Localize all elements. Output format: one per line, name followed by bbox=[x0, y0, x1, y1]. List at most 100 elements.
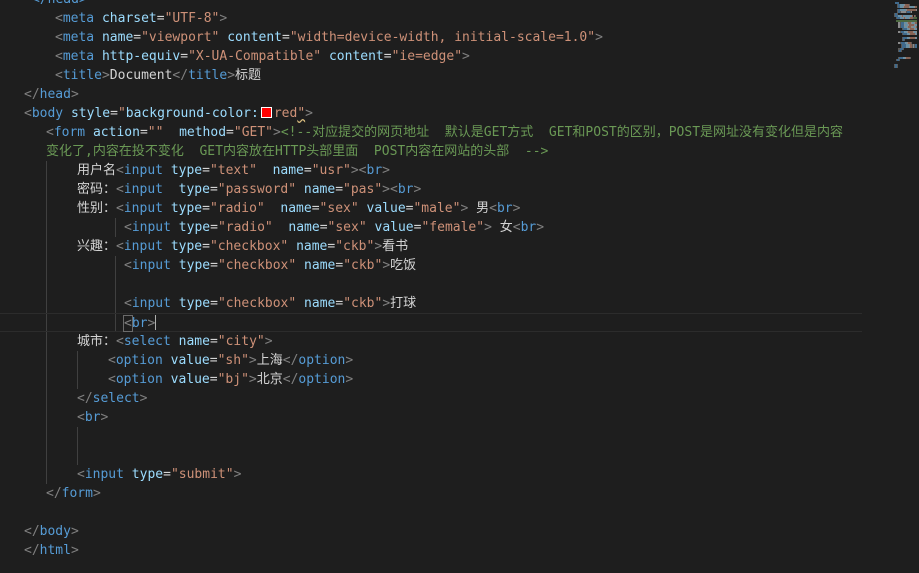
punctuation-token: < bbox=[116, 239, 124, 254]
code-line[interactable]: <form action="" method="GET"><!--对应提交的网页… bbox=[0, 123, 890, 142]
color-swatch-icon[interactable] bbox=[260, 107, 272, 118]
minimap[interactable] bbox=[890, 0, 919, 573]
equals-token: = bbox=[303, 163, 312, 178]
code-line[interactable] bbox=[0, 446, 890, 465]
equals-token: = bbox=[209, 353, 218, 368]
attribute-token: name bbox=[280, 201, 312, 216]
code-line[interactable]: 用户名<input type="text" name="usr"><br> bbox=[0, 161, 890, 180]
punctuation-token: < bbox=[55, 30, 63, 45]
code-line[interactable]: <body style="background-color: red"> bbox=[0, 104, 890, 123]
punctuation-token: < bbox=[116, 182, 124, 197]
tag-token: select bbox=[92, 391, 140, 406]
code-line[interactable]: <input type="checkbox" name="ckb">打球 bbox=[0, 294, 890, 313]
text-token: 北京 bbox=[256, 372, 283, 387]
text-token: 看书 bbox=[382, 239, 409, 254]
indent-guide bbox=[46, 427, 47, 446]
punctuation-token: > bbox=[70, 543, 79, 558]
tag-token: body bbox=[31, 106, 71, 121]
indent-guide bbox=[46, 465, 47, 484]
code-line[interactable]: <br> bbox=[0, 408, 890, 427]
code-line[interactable] bbox=[0, 427, 890, 446]
code-line[interactable]: </html> bbox=[0, 541, 890, 560]
tag-token: option bbox=[115, 353, 171, 368]
string-token: "checkbox" bbox=[209, 239, 289, 254]
code-line[interactable]: </head> bbox=[0, 0, 890, 9]
code-line[interactable]: 密码：<input type="password" name="pas"><br… bbox=[0, 180, 890, 199]
code-line[interactable]: 城市：<select name="city"> bbox=[0, 332, 890, 351]
line-content: </head> bbox=[24, 87, 79, 102]
equals-token: = bbox=[209, 334, 218, 349]
string-token: " bbox=[117, 106, 126, 121]
string-token: "female" bbox=[421, 220, 485, 235]
code-line[interactable]: 性别：<input type="radio" name="sex" value=… bbox=[0, 199, 890, 218]
code-line[interactable]: 变化了,内容在投不变化 GET内容放在HTTP头部里面 POST内容在网站的头部… bbox=[0, 142, 890, 161]
comment-token: <!--对应提交的网页地址 默认是GET方式 GET和POST的区别，POST是… bbox=[280, 125, 844, 140]
punctuation-token: > bbox=[512, 201, 521, 216]
code-line[interactable]: <br> bbox=[0, 313, 862, 332]
tag-token: title bbox=[188, 68, 228, 83]
indent-guide bbox=[46, 275, 47, 294]
equals-token: = bbox=[156, 11, 165, 26]
code-line[interactable]: <input type="submit"> bbox=[0, 465, 890, 484]
line-content: 用户名<input type="text" name="usr"><br> bbox=[77, 163, 390, 178]
line-content: </body> bbox=[24, 524, 79, 539]
string-token: "submit" bbox=[170, 467, 234, 482]
code-line[interactable]: 兴趣：<input type="checkbox" name="ckb">看书 bbox=[0, 237, 890, 256]
code-line[interactable]: <option value="sh">上海</option> bbox=[0, 351, 890, 370]
code-line[interactable]: <input type="radio" name="sex" value="fe… bbox=[0, 218, 890, 237]
code-line[interactable]: <title>Document</title>标题 bbox=[0, 66, 890, 85]
line-content: </form> bbox=[46, 486, 101, 501]
string-token: "GET" bbox=[233, 125, 274, 140]
code-line[interactable]: <meta http-equiv="X-UA-Compatible" conte… bbox=[0, 47, 890, 66]
punctuation-token: < bbox=[46, 125, 54, 140]
tag-token: body bbox=[39, 524, 71, 539]
string-token: "" bbox=[147, 125, 164, 140]
code-line[interactable]: </body> bbox=[0, 522, 890, 541]
attribute-token: type bbox=[178, 258, 211, 273]
css-property-token: background-color: bbox=[125, 106, 259, 121]
string-token: "radio" bbox=[217, 220, 273, 235]
punctuation-token: </ bbox=[46, 486, 62, 501]
tag-token: head bbox=[39, 87, 71, 102]
indent-guide bbox=[46, 180, 47, 199]
text-cursor bbox=[155, 315, 157, 330]
attribute-token: http-equiv bbox=[101, 49, 181, 64]
punctuation-token: > bbox=[345, 353, 354, 368]
code-area[interactable]: </head><meta charset="UTF-8"><meta name=… bbox=[0, 0, 890, 560]
code-line[interactable]: <input type="checkbox" name="ckb">吃饭 bbox=[0, 256, 890, 275]
indent-guide bbox=[46, 256, 47, 275]
indent-guide bbox=[46, 161, 47, 180]
code-line[interactable] bbox=[0, 503, 890, 522]
equals-token: = bbox=[383, 49, 392, 64]
code-line[interactable]: </select> bbox=[0, 389, 890, 408]
punctuation-token: > bbox=[219, 11, 228, 26]
tag-token: input bbox=[131, 296, 179, 311]
code-line[interactable]: <meta charset="UTF-8"> bbox=[0, 9, 890, 28]
attribute-token: charset bbox=[101, 11, 157, 26]
code-line[interactable]: </head> bbox=[0, 85, 890, 104]
tag-token: select bbox=[123, 334, 179, 349]
code-line[interactable]: <option value="bj">北京</option> bbox=[0, 370, 890, 389]
line-content: 变化了,内容在投不变化 GET内容放在HTTP头部里面 POST内容在网站的头部… bbox=[46, 144, 548, 159]
equals-token: = bbox=[311, 201, 320, 216]
tag-token: br bbox=[496, 201, 513, 216]
punctuation-token: > bbox=[273, 125, 281, 140]
attribute-token: value bbox=[374, 220, 414, 235]
code-editor[interactable]: </head><meta charset="UTF-8"><meta name=… bbox=[0, 0, 919, 573]
equals-token: = bbox=[180, 49, 189, 64]
code-line[interactable] bbox=[0, 275, 890, 294]
punctuation-token: < bbox=[108, 353, 116, 368]
punctuation-token: > bbox=[248, 372, 257, 387]
minimap-line bbox=[897, 65, 899, 68]
string-token: "radio" bbox=[209, 201, 265, 216]
code-line[interactable]: </form> bbox=[0, 484, 890, 503]
punctuation-token: < bbox=[77, 410, 85, 425]
code-line[interactable]: <meta name="viewport" content="width=dev… bbox=[0, 28, 890, 47]
string-token: " bbox=[297, 106, 306, 121]
tag-token: option bbox=[298, 353, 346, 368]
